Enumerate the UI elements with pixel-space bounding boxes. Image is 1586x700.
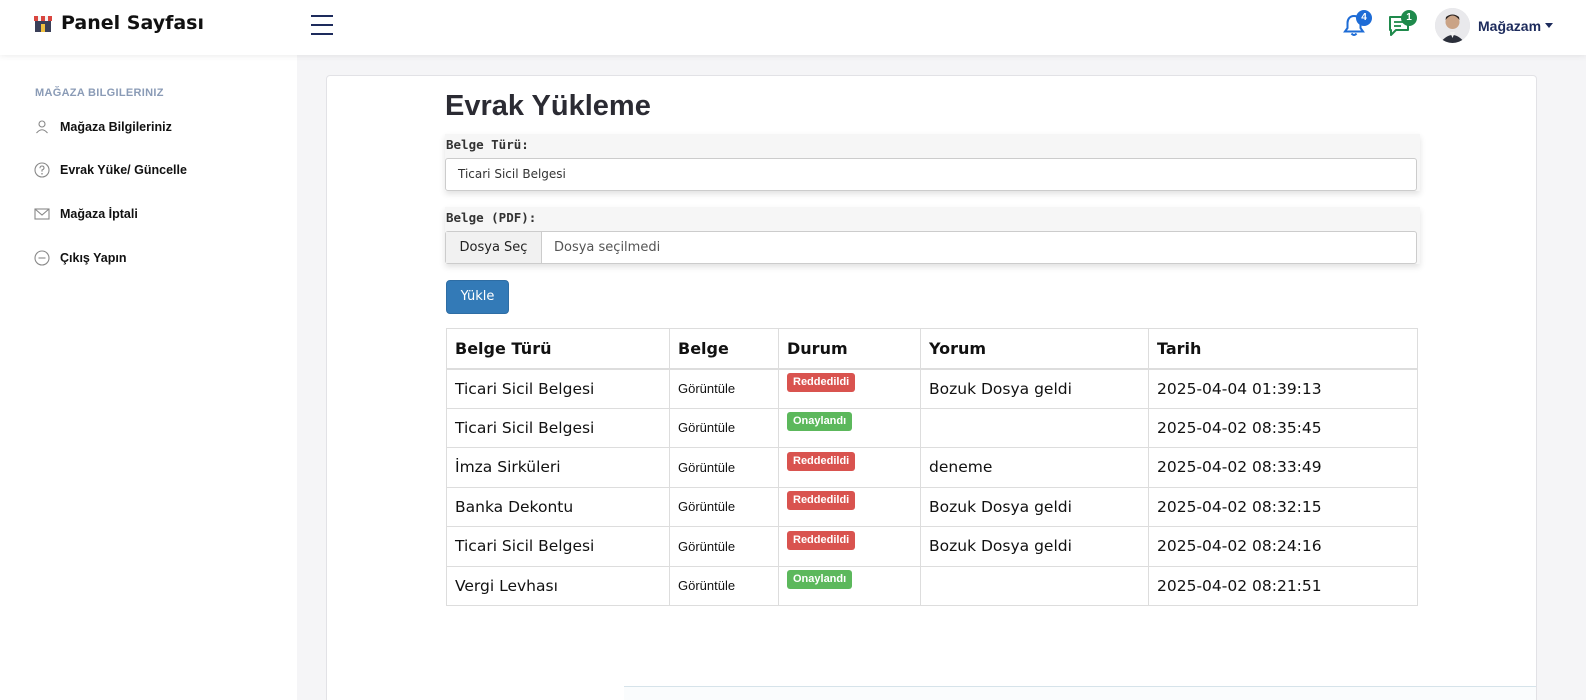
status-badge: Reddedildi <box>787 530 856 550</box>
column-header: Yorum <box>920 328 1149 370</box>
date-cell: 2025-04-02 08:32:15 <box>1148 486 1418 527</box>
comment-cell: Bozuk Dosya geldi <box>920 368 1149 409</box>
view-link[interactable]: Görüntüle <box>669 526 779 567</box>
date-cell: 2025-04-02 08:33:49 <box>1148 447 1418 488</box>
view-link[interactable]: Görüntüle <box>669 447 779 488</box>
view-link[interactable]: Görüntüle <box>669 565 779 606</box>
status-cell: Onaylandı <box>778 565 921 606</box>
notifications-badge: 4 <box>1356 10 1372 26</box>
status-cell: Reddedildi <box>778 447 921 488</box>
messages-badge: 1 <box>1401 10 1417 26</box>
table-row: Ticari Sicil Belgesi Görüntüle Onaylandı… <box>446 407 1418 448</box>
status-badge: Onaylandı <box>787 570 853 590</box>
doc-type-cell: Ticari Sicil Belgesi <box>446 368 670 409</box>
view-link[interactable]: Görüntüle <box>669 407 779 448</box>
table-row: Banka Dekontu Görüntüle Reddedildi Bozuk… <box>446 486 1418 527</box>
comment-cell <box>920 407 1149 448</box>
doc-type-cell: Ticari Sicil Belgesi <box>446 407 670 448</box>
table-row: Vergi Levhası Görüntüle Onaylandı 2025-0… <box>446 565 1418 606</box>
file-input[interactable]: Dosya Seç Dosya seçilmedi <box>445 231 1417 264</box>
column-header: Belge Türü <box>446 328 670 370</box>
status-cell: Reddedildi <box>778 486 921 527</box>
status-cell: Onaylandı <box>778 407 921 448</box>
documents-table: Belge Türü Belge Durum Yorum Tarih Ticar… <box>446 328 1418 606</box>
sidebar-item-label: Evrak Yüke/ Güncelle <box>60 163 187 177</box>
status-badge: Reddedildi <box>787 373 856 392</box>
column-header: Durum <box>778 328 921 370</box>
doc-type-field: Belge Türü: Ticari Sicil Belgesi <box>445 134 1420 191</box>
comment-cell: Bozuk Dosya geldi <box>920 486 1149 527</box>
comment-cell <box>920 565 1149 606</box>
doc-type-cell: Vergi Levhası <box>446 565 670 606</box>
table-row: Ticari Sicil Belgesi Görüntüle Reddedild… <box>446 526 1418 567</box>
top-navbar: Panel Sayfası 4 1 Mağazam <box>0 0 1586 55</box>
brand[interactable]: Panel Sayfası <box>33 12 204 34</box>
doc-type-cell: Banka Dekontu <box>446 486 670 527</box>
brand-title: Panel Sayfası <box>61 12 204 34</box>
messages-button[interactable]: 1 <box>1387 10 1417 39</box>
file-status: Dosya seçilmedi <box>554 240 661 255</box>
minus-circle-icon <box>34 250 50 266</box>
doc-type-cell: Ticari Sicil Belgesi <box>446 526 670 567</box>
user-icon <box>36 120 48 134</box>
page-title: Evrak Yükleme <box>445 90 651 122</box>
table-row: Ticari Sicil Belgesi Görüntüle Reddedild… <box>446 368 1418 409</box>
sidebar-item-store-cancel[interactable]: Mağaza İptali <box>34 206 138 222</box>
sidebar-item-label: Mağaza İptali <box>60 207 138 221</box>
view-link[interactable]: Görüntüle <box>669 486 779 527</box>
choose-file-button[interactable]: Dosya Seç <box>446 232 542 263</box>
sidebar-item-logout[interactable]: Çıkış Yapın <box>34 250 126 266</box>
status-badge: Reddedildi <box>787 451 856 471</box>
comment-cell: deneme <box>920 447 1149 488</box>
file-label: Belge (PDF): <box>446 210 537 225</box>
chevron-down-icon <box>1545 23 1554 28</box>
comment-cell: Bozuk Dosya geldi <box>920 526 1149 567</box>
table-header-row: Belge Türü Belge Durum Yorum Tarih <box>446 328 1418 370</box>
column-header: Tarih <box>1148 328 1418 370</box>
menu-toggle-button[interactable] <box>311 15 335 37</box>
question-circle-icon <box>34 162 50 178</box>
date-cell: 2025-04-02 08:24:16 <box>1148 526 1418 567</box>
date-cell: 2025-04-04 01:39:13 <box>1148 368 1418 409</box>
user-menu-dropdown[interactable]: Mağazam <box>1435 8 1554 43</box>
sidebar: MAĞAZA BILGILERINIZ Mağaza Bilgileriniz … <box>0 55 297 700</box>
sidebar-item-label: Çıkış Yapın <box>60 251 127 265</box>
status-cell: Reddedildi <box>778 368 921 409</box>
column-header: Belge <box>669 328 779 370</box>
doc-type-select[interactable]: Ticari Sicil Belgesi <box>445 158 1417 191</box>
envelope-icon <box>34 208 50 220</box>
hamburger-icon <box>311 15 333 17</box>
status-badge: Onaylandı <box>787 412 853 432</box>
sidebar-item-store-info[interactable]: Mağaza Bilgileriniz <box>34 119 172 135</box>
doc-type-cell: İmza Sirküleri <box>446 447 670 488</box>
sidebar-item-label: Mağaza Bilgileriniz <box>60 120 172 134</box>
date-cell: 2025-04-02 08:35:45 <box>1148 407 1418 448</box>
status-badge: Reddedildi <box>787 491 856 511</box>
view-link[interactable]: Görüntüle <box>669 368 779 409</box>
table-row: İmza Sirküleri Görüntüle Reddedildi dene… <box>446 447 1418 488</box>
footer-divider <box>624 686 1536 700</box>
sidebar-heading: MAĞAZA BILGILERINIZ <box>35 87 164 99</box>
sidebar-item-document-upload[interactable]: Evrak Yüke/ Güncelle <box>34 162 187 178</box>
avatar <box>1435 8 1470 43</box>
status-cell: Reddedildi <box>778 526 921 567</box>
store-icon <box>34 16 52 32</box>
notifications-button[interactable]: 4 <box>1342 10 1372 39</box>
date-cell: 2025-04-02 08:21:51 <box>1148 565 1418 606</box>
file-field: Belge (PDF): Dosya Seç Dosya seçilmedi <box>445 207 1420 264</box>
user-name: Mağazam <box>1478 17 1542 34</box>
upload-button[interactable]: Yükle <box>446 280 509 314</box>
doc-type-label: Belge Türü: <box>446 137 529 152</box>
